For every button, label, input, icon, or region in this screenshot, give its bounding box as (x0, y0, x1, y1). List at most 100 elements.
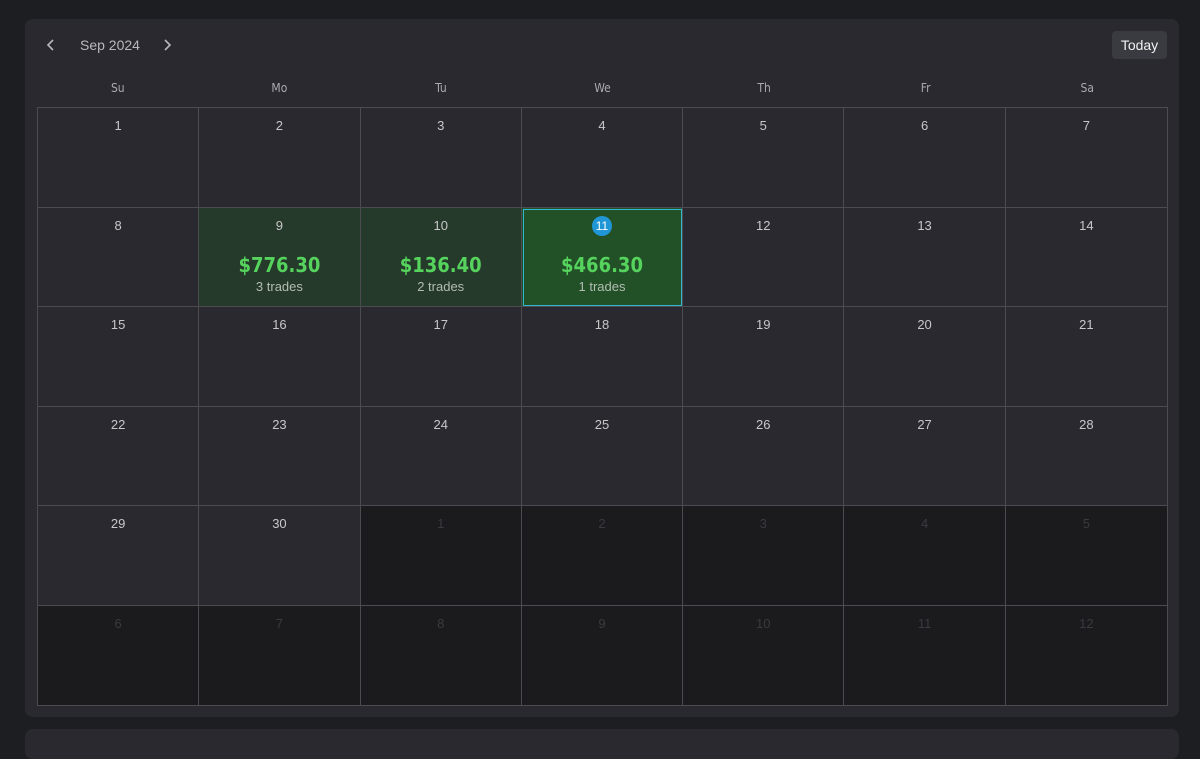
calendar-day-cell-outside-month[interactable]: 9 (521, 605, 684, 705)
weekday-label: Tu (435, 81, 447, 95)
day-number: 25 (594, 416, 610, 432)
calendar-day-cell[interactable]: 3 (360, 108, 522, 208)
calendar-day-cell[interactable]: 5 (683, 108, 845, 208)
day-number: 24 (433, 416, 448, 432)
day-number: 2 (598, 516, 606, 531)
day-number: 27 (917, 416, 932, 432)
today-button[interactable]: Today (1112, 31, 1167, 59)
day-number: 11 (917, 615, 932, 631)
calendar-day-cell[interactable]: 4 (521, 108, 684, 208)
day-number: 13 (917, 217, 932, 233)
calendar-day-cell[interactable]: 29 (38, 506, 200, 606)
calendar-day-cell[interactable]: 8 (38, 207, 200, 307)
day-number: 4 (920, 516, 929, 531)
day-number: 17 (433, 317, 448, 332)
calendar-day-cell[interactable]: 27 (844, 406, 1006, 506)
calendar-day-cell[interactable]: 7 (1005, 108, 1167, 208)
day-number: 26 (756, 416, 771, 432)
day-number: 7 (1082, 118, 1090, 133)
calendar-day-cell-outside-month[interactable]: 8 (360, 605, 522, 705)
calendar-day-cell[interactable]: 30 (199, 506, 361, 606)
day-number: 19 (756, 317, 771, 332)
day-number: 28 (1079, 416, 1094, 432)
calendar-day-cell-outside-month[interactable]: 5 (1005, 506, 1167, 606)
calendar-day-cell-outside-month[interactable]: 11 (844, 605, 1006, 705)
day-number: 10 (433, 217, 448, 233)
calendar-day-cell[interactable]: 15 (38, 307, 200, 407)
calendar-header: Sep 2024 Today (25, 19, 1179, 73)
day-number: 21 (1079, 317, 1094, 332)
day-number: 8 (437, 615, 445, 631)
day-trade-count: 1 trades (578, 278, 626, 294)
calendar-day-cell[interactable]: 12 (683, 207, 845, 307)
day-number: 15 (110, 317, 126, 332)
calendar-day-cell[interactable]: 16 (199, 307, 361, 407)
day-number: 3 (437, 118, 445, 133)
weekday-label: Fr (920, 81, 931, 95)
calendar-day-cell[interactable]: 18 (521, 307, 684, 407)
calendar-day-cell[interactable]: 10 $136.40 2 trades (360, 207, 522, 307)
day-number: 2 (275, 118, 284, 133)
day-number: 23 (272, 416, 287, 432)
day-trade-count: 3 trades (255, 278, 303, 294)
day-number: 1 (114, 118, 122, 133)
calendar-day-cell[interactable]: 14 (1005, 207, 1167, 307)
day-pnl-value: $776.30 (238, 252, 321, 277)
chevron-right-icon (164, 39, 172, 51)
calendar-day-cell[interactable]: 24 (360, 406, 522, 506)
calendar-day-cell-outside-month[interactable]: 1 (360, 506, 522, 606)
calendar-day-cell[interactable]: 23 (199, 406, 361, 506)
calendar-day-cell-outside-month[interactable]: 4 (844, 506, 1006, 606)
calendar-day-cell[interactable]: 17 (360, 307, 522, 407)
day-number: 3 (759, 516, 767, 531)
calendar-day-cell[interactable]: 21 (1005, 307, 1167, 407)
lower-panel (25, 729, 1179, 759)
weekday-label: Mo (271, 81, 288, 95)
day-number: 7 (275, 615, 284, 631)
day-number: 6 (114, 615, 122, 631)
day-pnl-value: $136.40 (399, 252, 482, 277)
calendar-day-cell-outside-month[interactable]: 12 (1005, 605, 1167, 705)
day-number: 9 (598, 615, 606, 631)
today-day-badge: 11 (591, 215, 612, 236)
day-number: 12 (756, 217, 771, 233)
calendar-day-cell-outside-month[interactable]: 2 (521, 506, 684, 606)
day-number: 5 (1082, 516, 1090, 531)
calendar-day-cell[interactable]: 26 (683, 406, 845, 506)
prev-month-button[interactable] (41, 35, 61, 55)
day-pnl-value: $466.30 (561, 252, 643, 277)
calendar-day-cell[interactable]: 2 (199, 108, 361, 208)
calendar-day-cell[interactable]: 11 $466.30 1 trades (521, 207, 684, 307)
calendar-day-cell[interactable]: 13 (844, 207, 1006, 307)
weekday-header-row: Su Mo Tu We Th Fr Sa (37, 81, 1168, 97)
day-number: 22 (110, 416, 126, 432)
calendar-grid: 1 2 3 4 5 6 7 8 9 $776.30 3 trades 10 $136.40 2 trade… (37, 107, 1168, 706)
calendar-day-cell[interactable]: 22 (38, 406, 200, 506)
day-number: 5 (759, 118, 767, 133)
calendar-day-cell[interactable]: 19 (683, 307, 845, 407)
day-number: 10 (756, 615, 771, 631)
calendar-day-cell-outside-month[interactable]: 6 (38, 605, 200, 705)
weekday-label: Sa (1080, 81, 1094, 95)
chevron-left-icon (46, 39, 54, 51)
day-number: 8 (114, 217, 122, 233)
day-number: 4 (598, 118, 606, 133)
calendar-day-cell[interactable]: 6 (844, 108, 1006, 208)
calendar-day-cell[interactable]: 9 $776.30 3 trades (199, 207, 361, 307)
day-number: 20 (917, 317, 932, 332)
next-month-button[interactable] (157, 35, 177, 55)
day-number: 29 (110, 516, 126, 531)
day-number: 14 (1079, 217, 1094, 233)
day-number: 12 (1079, 615, 1094, 631)
day-number: 1 (437, 516, 445, 531)
calendar-day-cell-outside-month[interactable]: 7 (199, 605, 361, 705)
calendar-day-cell-outside-month[interactable]: 10 (683, 605, 845, 705)
day-number: 30 (272, 516, 287, 531)
day-number: 16 (272, 317, 287, 332)
calendar-day-cell[interactable]: 1 (38, 108, 200, 208)
day-number: 9 (275, 217, 284, 233)
calendar-day-cell-outside-month[interactable]: 3 (683, 506, 845, 606)
calendar-day-cell[interactable]: 28 (1005, 406, 1167, 506)
calendar-day-cell[interactable]: 25 (521, 406, 684, 506)
calendar-day-cell[interactable]: 20 (844, 307, 1006, 407)
